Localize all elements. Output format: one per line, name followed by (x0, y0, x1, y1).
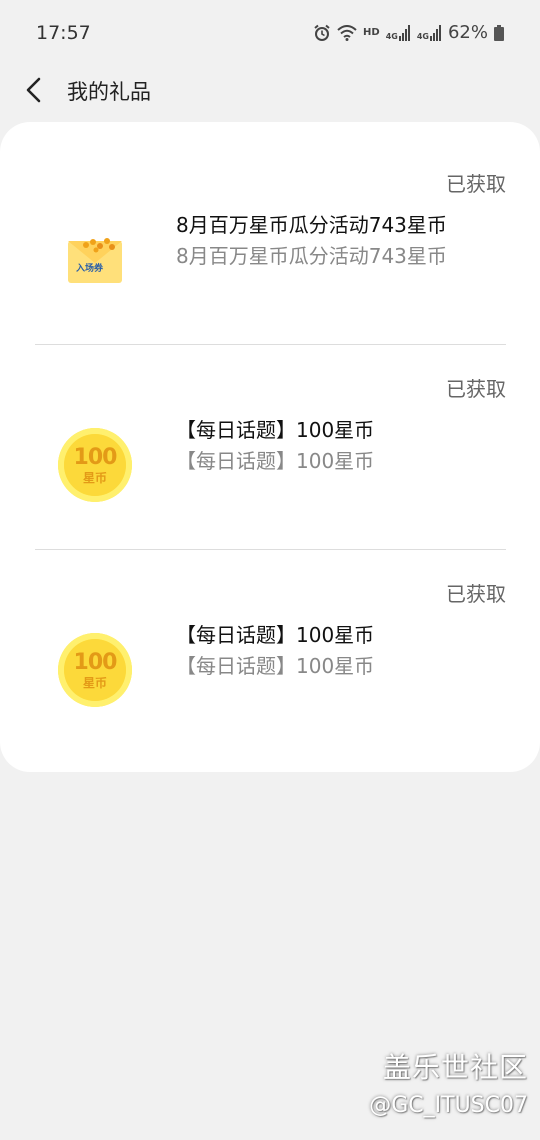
coin-amount: 100 (73, 649, 118, 675)
battery-percent: 62% (447, 22, 488, 43)
coin-amount: 100 (73, 444, 118, 470)
page-title: 我的礼品 (67, 80, 151, 104)
alarm-icon (313, 24, 331, 42)
watermark-handle: @GC_ITUSC07 (369, 1093, 528, 1118)
gift-list-card: 已获取 入场券 8月百万星币瓜分活动743星币 8月百万星币瓜分活动743星币 (0, 122, 540, 772)
signal-icon: 4G (386, 24, 411, 41)
chevron-left-icon (26, 77, 41, 103)
back-button[interactable] (16, 72, 52, 108)
gift-status: 已获取 (446, 172, 506, 196)
watermark: 盖乐世社区 (382, 1051, 528, 1084)
gift-title: 【每日话题】100星币 (176, 623, 375, 647)
gift-subtitle: 【每日话题】100星币 (176, 654, 375, 678)
gift-subtitle: 【每日话题】100星币 (176, 449, 375, 473)
coin-icon: 100 星币 (56, 426, 134, 504)
hd-label: HD (363, 27, 380, 38)
status-bar: 17:57 HD 4G 4G 62% (0, 0, 540, 68)
gift-status: 已获取 (446, 582, 506, 606)
gift-subtitle: 8月百万星币瓜分活动743星币 (176, 244, 447, 268)
gift-item[interactable]: 已获取 100 星币 【每日话题】100星币 【每日话题】100星币 (0, 327, 540, 532)
ticket-label: 入场券 (76, 264, 104, 274)
gift-status: 已获取 (446, 377, 506, 401)
gift-title: 8月百万星币瓜分活动743星币 (176, 213, 447, 237)
gift-item[interactable]: 已获取 入场券 8月百万星币瓜分活动743星币 8月百万星币瓜分活动743星币 (0, 122, 540, 327)
battery-icon (494, 24, 504, 41)
status-time: 17:57 (36, 22, 91, 44)
app-header: 我的礼品 (0, 68, 540, 112)
signal-icon: 4G (417, 24, 442, 41)
gift-title: 【每日话题】100星币 (176, 418, 375, 442)
coin-unit: 星币 (82, 470, 107, 485)
coin-unit: 星币 (82, 675, 107, 690)
wifi-icon (337, 24, 357, 41)
ticket-icon: 入场券 (56, 221, 134, 299)
coin-icon: 100 星币 (56, 631, 134, 709)
gift-item[interactable]: 已获取 100 星币 【每日话题】100星币 【每日话题】100星币 (0, 532, 540, 737)
status-icons: HD 4G 4G 62% (313, 22, 504, 43)
